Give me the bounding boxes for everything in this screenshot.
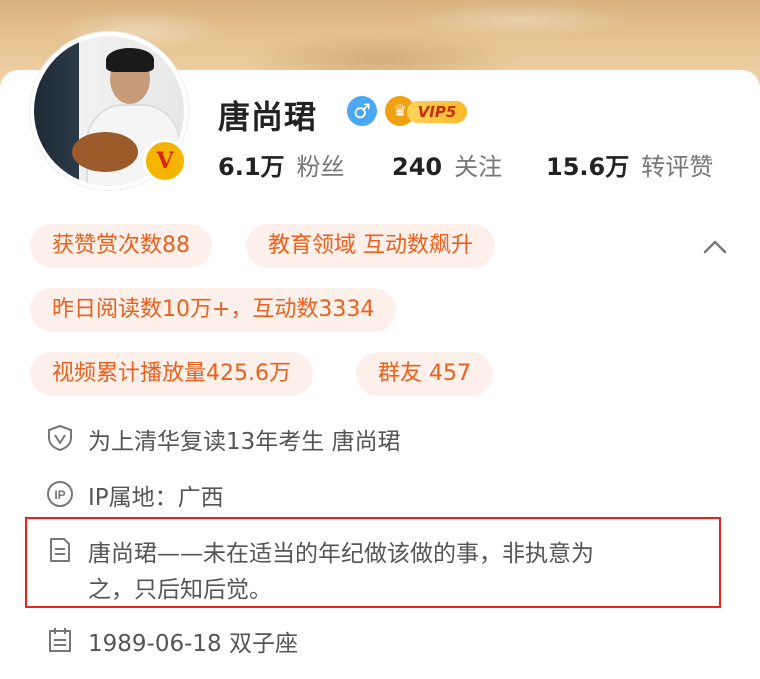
tag-item[interactable]: 昨日阅读数10万+，互动数3334 xyxy=(30,288,397,332)
vip-badge[interactable]: ♛ VIP5 xyxy=(385,96,469,126)
stat-following-label: 关注 xyxy=(454,153,503,181)
bio-highlight-box xyxy=(25,517,721,608)
tag-item[interactable]: 群友 457 xyxy=(356,352,493,396)
verified-badge-icon: V xyxy=(143,139,187,183)
tag-item[interactable]: 教育领域 互动数飙升 xyxy=(246,224,495,268)
vip-level: VIP5 xyxy=(407,101,467,123)
tag-item[interactable]: 视频累计播放量425.6万 xyxy=(30,352,313,396)
verified-text: 为上清华复读13年考生 唐尚珺 xyxy=(88,429,401,455)
profile-name: 唐尚珺 xyxy=(218,98,318,136)
ip-text: IP属地：广西 xyxy=(88,485,224,511)
svg-text:IP: IP xyxy=(54,488,65,502)
stat-interactions[interactable]: 15.6万 转评赞 xyxy=(546,147,713,182)
birthday-text: 1989-06-18 双子座 xyxy=(88,631,298,657)
calendar-icon xyxy=(49,628,71,652)
stat-interactions-value: 15.6万 xyxy=(546,153,630,181)
shield-v-icon xyxy=(48,424,72,452)
stat-interactions-label: 转评赞 xyxy=(641,153,714,181)
stat-following-value: 240 xyxy=(392,153,443,181)
stat-fans-label: 粉丝 xyxy=(296,153,345,181)
chevron-up-icon[interactable] xyxy=(700,232,730,262)
stat-following[interactable]: 240 关注 xyxy=(392,147,502,182)
tag-item[interactable]: 获赞赏次数88 xyxy=(30,224,212,268)
male-icon: ♂ xyxy=(347,96,377,126)
stat-fans-value: 6.1万 xyxy=(218,153,285,181)
stat-fans[interactable]: 6.1万 粉丝 xyxy=(218,147,345,182)
ip-icon: IP xyxy=(47,481,73,507)
